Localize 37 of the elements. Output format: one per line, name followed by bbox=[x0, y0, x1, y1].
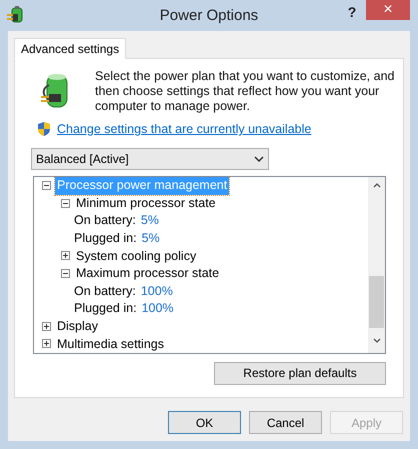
dialog-button[interactable]: Cancel bbox=[249, 411, 322, 434]
tree-item[interactable]: Minimum processor state bbox=[74, 194, 218, 213]
tree-item[interactable]: Maximum processor state bbox=[74, 264, 222, 283]
collapse-icon[interactable] bbox=[61, 198, 70, 208]
collapse-icon[interactable] bbox=[42, 181, 51, 190]
setting-value-link[interactable]: 5% bbox=[142, 228, 160, 248]
tree-item[interactable]: System cooling policy bbox=[74, 246, 198, 266]
help-button[interactable]: ? bbox=[344, 2, 360, 20]
expand-icon[interactable] bbox=[42, 339, 51, 348]
setting-value-link[interactable]: 100% bbox=[142, 299, 174, 318]
change-settings-link[interactable]: Change settings that are currently unavailable bbox=[57, 120, 312, 139]
restore-defaults-button[interactable]: Restore plan defaults bbox=[214, 362, 386, 385]
shield-icon bbox=[37, 121, 51, 138]
close-button[interactable]: × bbox=[366, 0, 410, 20]
chevron-up-icon[interactable] bbox=[372, 182, 380, 188]
setting-label: Plugged in: bbox=[74, 230, 137, 247]
dropdown-value: Balanced [Active] bbox=[36, 150, 129, 168]
expand-icon[interactable] bbox=[61, 251, 70, 260]
tab[interactable]: Advanced settings bbox=[14, 38, 126, 59]
chevron-down-icon bbox=[254, 156, 264, 162]
chevron-down-icon[interactable] bbox=[372, 338, 380, 343]
window-title: Power Options bbox=[158, 6, 260, 26]
dialog-button[interactable]: OK bbox=[168, 411, 241, 434]
scrollbar[interactable] bbox=[368, 176, 385, 353]
setting-value-link[interactable]: 100% bbox=[140, 282, 173, 300]
setting-label: On battery: bbox=[74, 282, 136, 300]
setting-label: Plugged in: bbox=[74, 300, 137, 318]
setting-label: On battery: bbox=[74, 212, 136, 230]
tree-item[interactable]: Multimedia settings bbox=[55, 334, 166, 353]
scrollbar-thumb[interactable] bbox=[369, 276, 384, 328]
tree-item[interactable]: Display bbox=[55, 316, 100, 336]
collapse-icon[interactable] bbox=[61, 269, 70, 278]
description-text: Select the power plan that you want to customize, and then choose settings that reflect how you want your computer to manage power. bbox=[95, 69, 395, 114]
expand-icon[interactable] bbox=[42, 322, 51, 331]
power-plug-icon bbox=[6, 6, 24, 24]
setting-value-link[interactable]: 5% bbox=[140, 211, 159, 230]
plan-dropdown[interactable]: Balanced [Active] bbox=[31, 148, 269, 170]
